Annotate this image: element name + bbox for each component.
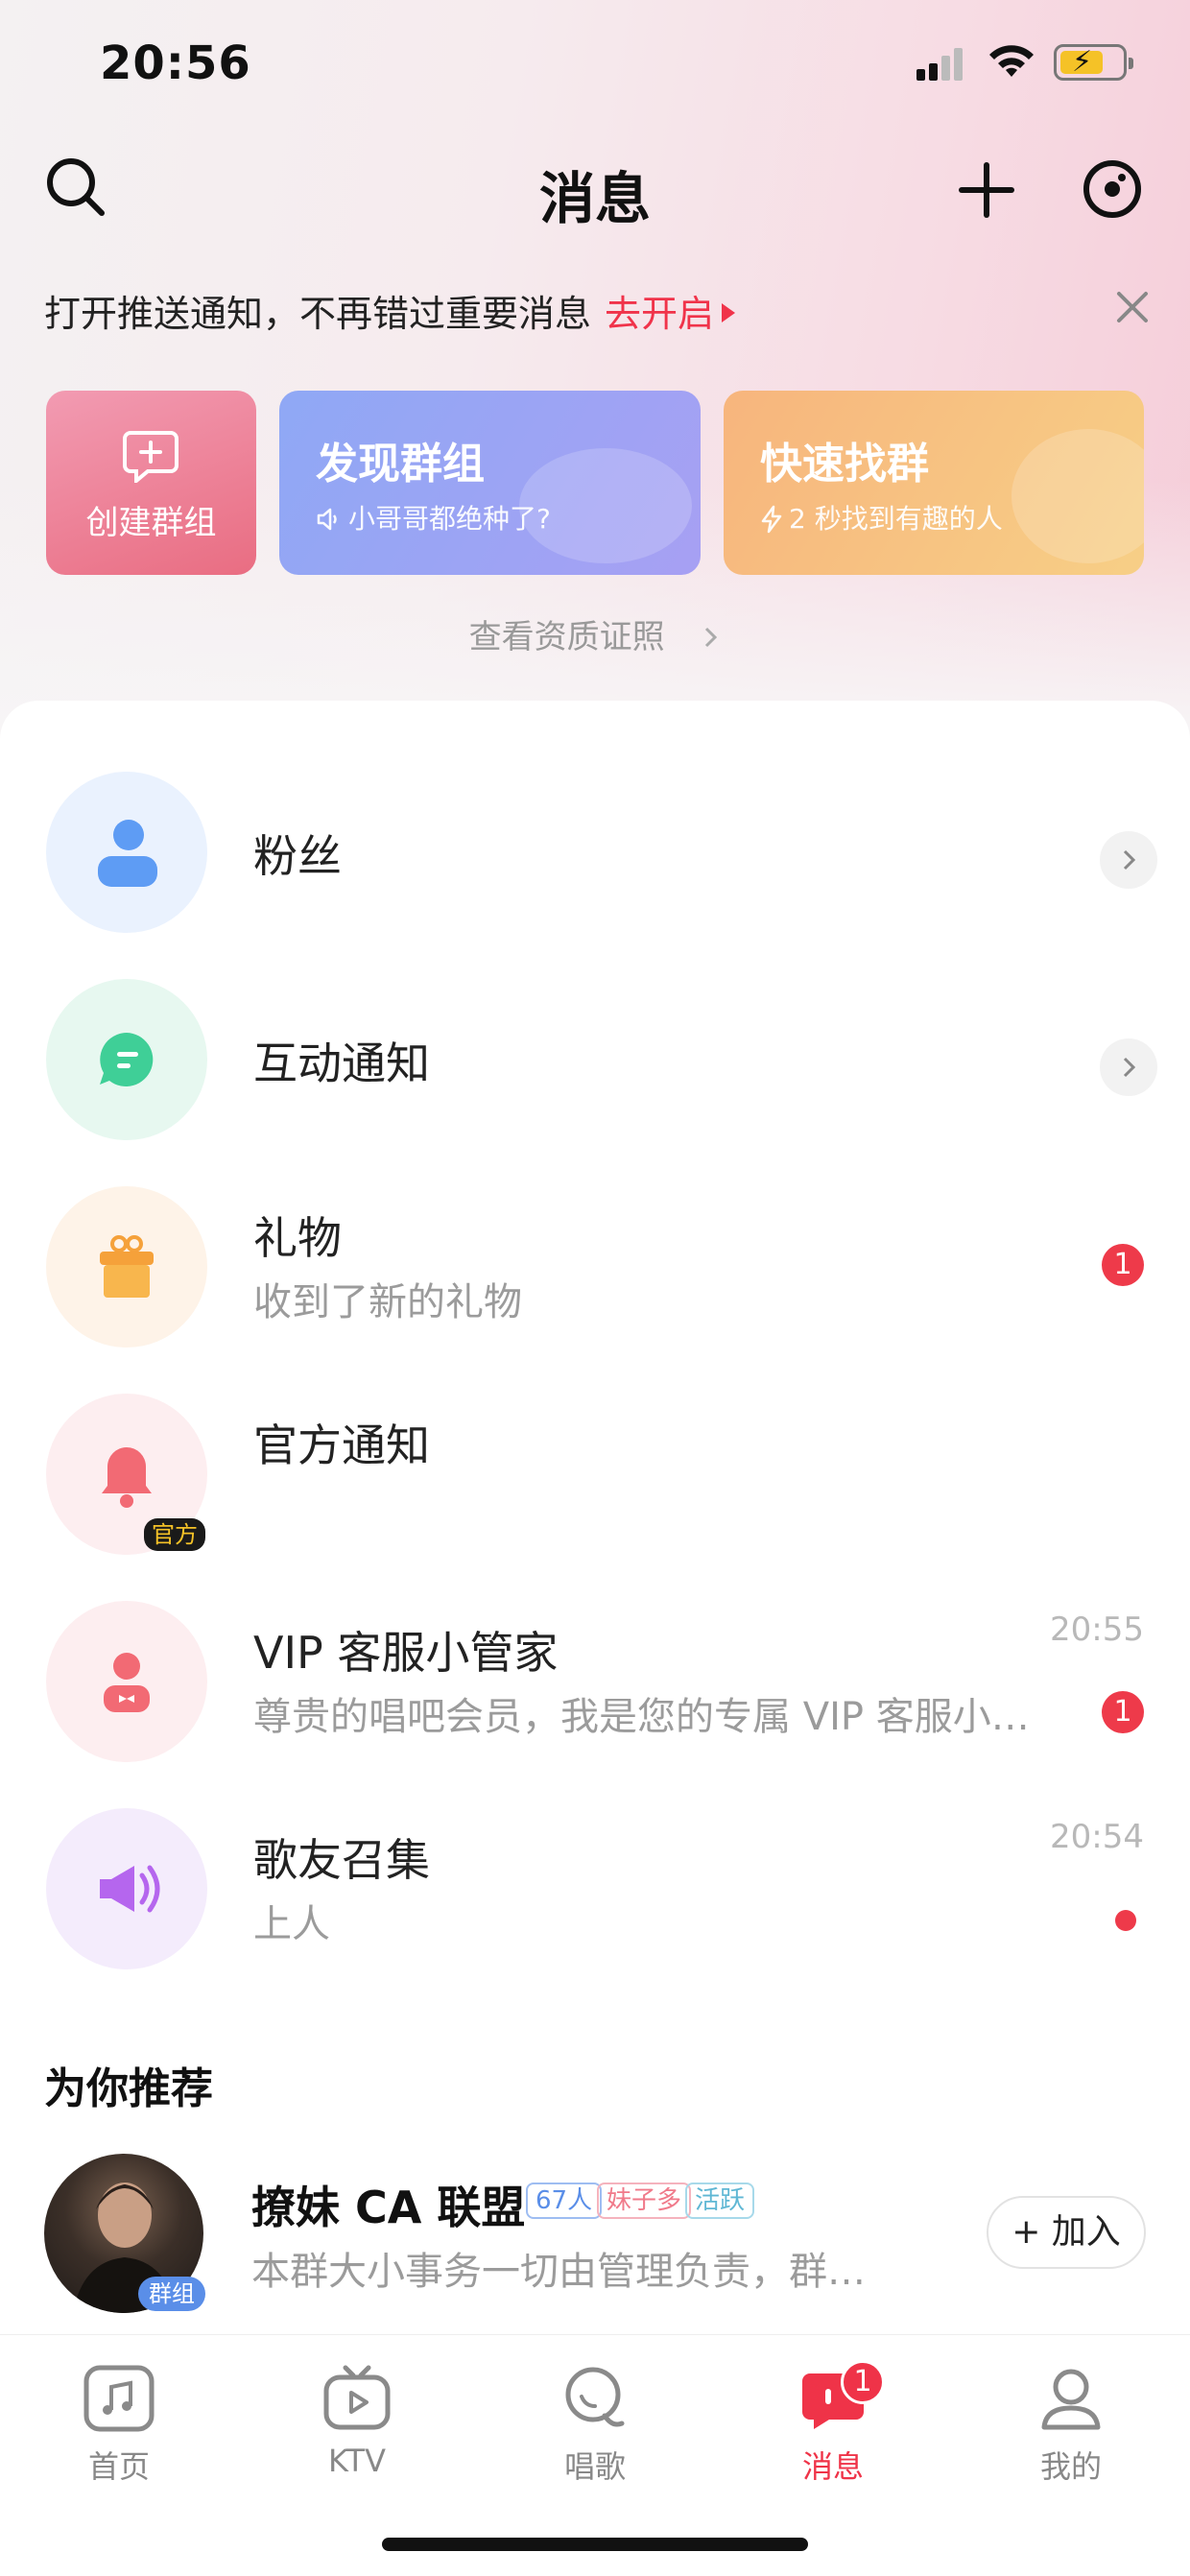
- message-title: 官方通知: [253, 1419, 430, 1471]
- message-time: 20:55: [1050, 1610, 1144, 1649]
- discover-subtitle-text: 小哥哥都绝种了?: [348, 503, 551, 535]
- quick-find-subtitle: 2 秒找到有趣的人: [760, 498, 1003, 537]
- group-description: 本群大小事务一切由管理负责，群…: [251, 2250, 866, 2294]
- chevron-right-icon: [1100, 1038, 1157, 1096]
- discover-group-title: 发现群组: [316, 440, 485, 489]
- tab-label: 我的: [1039, 2448, 1102, 2485]
- group-active-tag: 活跃: [685, 2182, 755, 2219]
- quick-find-title: 快速找群: [760, 440, 929, 489]
- group-label-badge: 群组: [138, 2277, 205, 2311]
- tab-label: 消息: [801, 2448, 864, 2485]
- chevron-right-icon: [705, 627, 718, 648]
- triangle-right-icon: [722, 303, 736, 322]
- message-row-gift[interactable]: 礼物 收到了新的礼物 1: [0, 1169, 1190, 1361]
- tab-home[interactable]: 首页: [23, 2364, 215, 2487]
- megaphone-icon: [46, 1808, 207, 1969]
- message-row-interaction[interactable]: 互动通知: [0, 962, 1190, 1154]
- status-time: 20:56: [100, 36, 251, 90]
- group-feature-tag: 妹子多: [597, 2182, 692, 2219]
- tab-ktv[interactable]: KTV: [261, 2364, 453, 2479]
- status-bar: 20:56 ⚡: [0, 0, 1190, 129]
- tab-label: 首页: [87, 2448, 150, 2485]
- push-notice-text: 打开推送通知，不再错过重要消息: [44, 293, 592, 335]
- official-tag: 官方: [144, 1518, 205, 1551]
- card-decoration: [1012, 429, 1144, 563]
- message-preview: 收到了新的礼物: [253, 1280, 522, 1324]
- add-icon[interactable]: [956, 159, 1017, 221]
- message-time: 20:54: [1050, 1818, 1144, 1856]
- discover-group-card[interactable]: 发现群组 小哥哥都绝种了?: [279, 391, 701, 575]
- message-row-vip[interactable]: VIP 客服小管家 20:55 尊贵的唱吧会员，我是您的专属 VIP 客服小… …: [0, 1584, 1190, 1776]
- tab-label: 唱歌: [563, 2448, 626, 2485]
- close-icon[interactable]: [1113, 288, 1152, 326]
- create-group-card[interactable]: 创建群组: [46, 391, 256, 575]
- message-preview: 尊贵的唱吧会员，我是您的专属 VIP 客服小…: [253, 1695, 1030, 1739]
- quick-find-card[interactable]: 快速找群 2 秒找到有趣的人: [724, 391, 1144, 575]
- wifi-icon: [989, 45, 1034, 77]
- tab-profile[interactable]: 我的: [975, 2364, 1167, 2487]
- create-group-label: 创建群组: [85, 504, 217, 542]
- battery-icon: ⚡: [1054, 44, 1133, 81]
- recommend-title: 为你推荐: [44, 2064, 213, 2113]
- tab-unread-badge: 1: [841, 2360, 885, 2404]
- chevron-right-icon: [1100, 831, 1157, 889]
- tab-messages[interactable]: 1 消息: [737, 2360, 929, 2487]
- music-note-icon: [83, 2365, 155, 2432]
- quick-find-subtitle-text: 2 秒找到有趣的人: [789, 503, 1003, 535]
- camera-lens-icon[interactable]: [1081, 157, 1144, 221]
- user-icon: [1041, 2369, 1101, 2430]
- chat-plus-icon: [123, 431, 178, 483]
- message-row-gathering[interactable]: 歌友召集 20:54 上人: [0, 1791, 1190, 1983]
- view-certificates-link[interactable]: 查看资质证照: [0, 610, 1190, 657]
- interaction-icon: [46, 979, 207, 1140]
- enable-push-link[interactable]: 去开启: [605, 293, 714, 335]
- cert-link-text: 查看资质证照: [468, 618, 665, 656]
- message-title: 粉丝: [253, 830, 342, 882]
- group-member-tag: 67人: [526, 2182, 603, 2219]
- vip-service-icon: [46, 1601, 207, 1762]
- message-title: 歌友召集: [253, 1834, 430, 1886]
- message-preview: 上人: [253, 1902, 330, 1946]
- group-name[interactable]: 撩妹 CA 联盟: [251, 2173, 525, 2236]
- speaker-icon: [317, 508, 337, 531]
- home-indicator: [382, 2538, 808, 2551]
- push-notice: 打开推送通知，不再错过重要消息 去开启: [44, 284, 736, 337]
- discover-group-subtitle: 小哥哥都绝种了?: [316, 498, 551, 537]
- microphone-icon: [565, 2367, 625, 2427]
- fans-icon: [46, 772, 207, 933]
- message-title: 互动通知: [253, 1038, 430, 1089]
- message-row-fans[interactable]: 粉丝: [0, 754, 1190, 946]
- tv-play-icon: [323, 2365, 391, 2430]
- tab-sing[interactable]: 唱歌: [499, 2364, 691, 2487]
- tab-label: KTV: [328, 2443, 386, 2479]
- message-row-official[interactable]: 官方 官方通知: [0, 1376, 1190, 1568]
- signal-icon: [916, 46, 966, 81]
- unread-badge: 1: [1102, 1244, 1144, 1286]
- unread-dot: [1115, 1910, 1136, 1931]
- gift-icon: [46, 1186, 207, 1348]
- unread-badge: 1: [1102, 1691, 1144, 1733]
- lightning-icon: [761, 505, 782, 534]
- message-title: 礼物: [253, 1212, 342, 1264]
- message-title: VIP 客服小管家: [253, 1627, 559, 1679]
- join-group-button[interactable]: + 加入: [987, 2196, 1146, 2269]
